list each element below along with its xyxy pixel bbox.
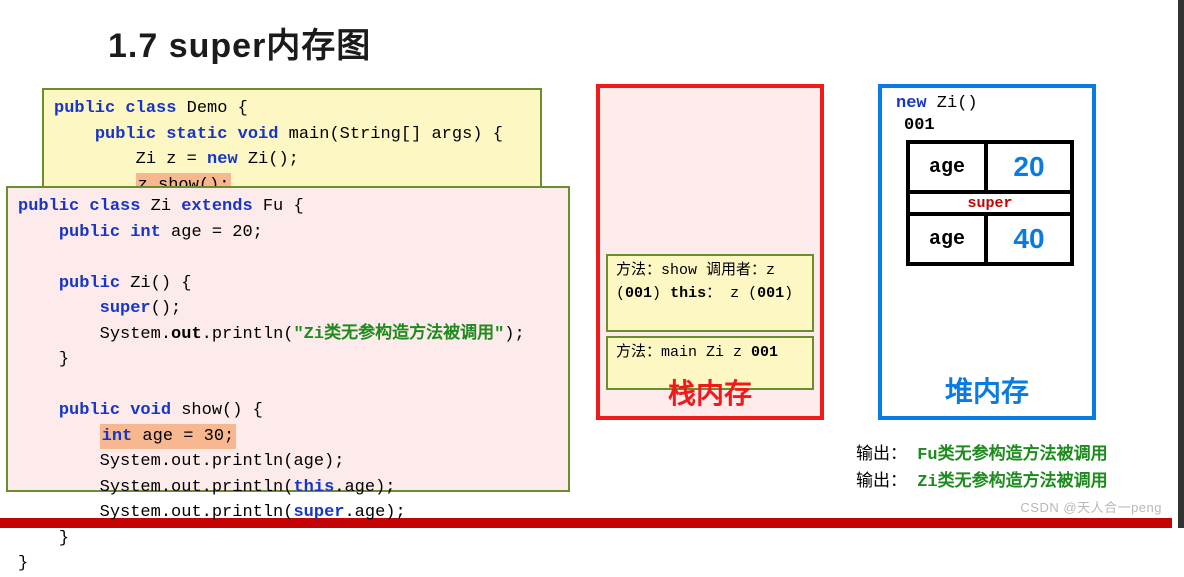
heap-label: 堆内存 <box>882 370 1092 410</box>
heap-address: 001 <box>904 116 935 135</box>
obj-field-value: 40 <box>988 216 1070 262</box>
txt: show() { <box>171 401 263 420</box>
output-prefix: 输出： <box>856 446 907 465</box>
txt: main(String[] args) { <box>278 125 502 144</box>
str: "Zi类无参构造方法被调用" <box>293 325 504 344</box>
kw: public class <box>18 197 140 216</box>
kw: new <box>896 94 927 113</box>
txt: (); <box>151 299 182 318</box>
txt: 001 <box>757 285 784 302</box>
kw: public <box>59 274 120 293</box>
stack-memory-box: 方法：show 调用者：z (001) this： z (001) 方法：mai… <box>596 84 824 420</box>
txt: 方法：show <box>616 262 697 279</box>
txt: 001 <box>751 344 778 361</box>
obj-field-value: 20 <box>988 144 1070 190</box>
txt: .age); <box>334 478 395 497</box>
txt: ); <box>504 325 524 344</box>
kw: public void <box>59 401 171 420</box>
txt: age = 20; <box>161 223 263 242</box>
obj-field-label: age <box>910 144 988 190</box>
txt: .age); <box>344 503 405 522</box>
page: 1.7 super内存图 public class Demo { public … <box>0 0 1184 528</box>
code-panel-zi: public class Zi extends Fu { public int … <box>6 186 570 492</box>
output-msg: Zi类无参构造方法被调用 <box>917 473 1107 492</box>
output-msg: Fu类无参构造方法被调用 <box>917 446 1107 465</box>
obj-row: age 20 <box>910 144 1070 190</box>
watermark: CSDN @天人合一peng <box>1020 497 1162 516</box>
txt: System. <box>100 325 171 344</box>
kw: super <box>293 503 344 522</box>
kw: super <box>100 299 151 318</box>
txt: Demo { <box>176 99 247 118</box>
txt: Zi <box>140 197 181 216</box>
txt: this <box>670 285 706 302</box>
txt: ) <box>784 285 793 302</box>
txt: System.out.println( <box>100 478 294 497</box>
txt: Zi(); <box>238 150 299 169</box>
kw: public class <box>54 99 176 118</box>
kw: public static void <box>95 125 279 144</box>
txt: 方法：main <box>616 344 697 361</box>
txt: } <box>18 554 28 573</box>
output-lines: 输出： Fu类无参构造方法被调用 输出： Zi类无参构造方法被调用 <box>856 442 1108 496</box>
txt: age = 30; <box>132 427 234 446</box>
txt: Fu { <box>253 197 304 216</box>
obj-row: age 40 <box>910 216 1070 262</box>
txt: Zi z = <box>136 150 207 169</box>
heap-memory-box: new Zi() 001 age 20 super age 40 堆内存 <box>878 84 1096 420</box>
section-title: 1.7 super内存图 <box>108 18 371 67</box>
txt: ) <box>652 285 661 302</box>
obj-super-separator: super <box>910 190 1070 216</box>
stack-label: 栈内存 <box>600 372 820 412</box>
output-line: 输出： Fu类无参构造方法被调用 <box>856 442 1108 469</box>
output-line: 输出： Zi类无参构造方法被调用 <box>856 469 1108 496</box>
kw: new <box>207 150 238 169</box>
txt: Zi() <box>927 94 978 113</box>
txt: .println( <box>202 325 294 344</box>
object-grid: age 20 super age 40 <box>906 140 1074 266</box>
kw: int <box>102 427 133 446</box>
txt: System.out.println(age); <box>100 452 345 471</box>
stack-frame-show: 方法：show 调用者：z (001) this： z (001) <box>606 254 814 332</box>
kw: this <box>293 478 334 497</box>
txt: 001 <box>625 285 652 302</box>
kw: out <box>171 325 202 344</box>
kw: public int <box>59 223 161 242</box>
txt: System.out.println( <box>100 503 294 522</box>
obj-field-label: age <box>910 216 988 262</box>
txt: Zi z <box>706 344 751 361</box>
txt: ： z ( <box>706 285 757 302</box>
txt: Zi() { <box>120 274 191 293</box>
txt: } <box>59 350 69 369</box>
highlight-intage: int age = 30; <box>100 424 237 450</box>
kw: extends <box>181 197 252 216</box>
txt: } <box>59 529 69 548</box>
code-panel-demo: public class Demo { public static void m… <box>42 88 542 188</box>
output-prefix: 输出： <box>856 473 907 492</box>
heap-header: new Zi() <box>896 94 978 113</box>
